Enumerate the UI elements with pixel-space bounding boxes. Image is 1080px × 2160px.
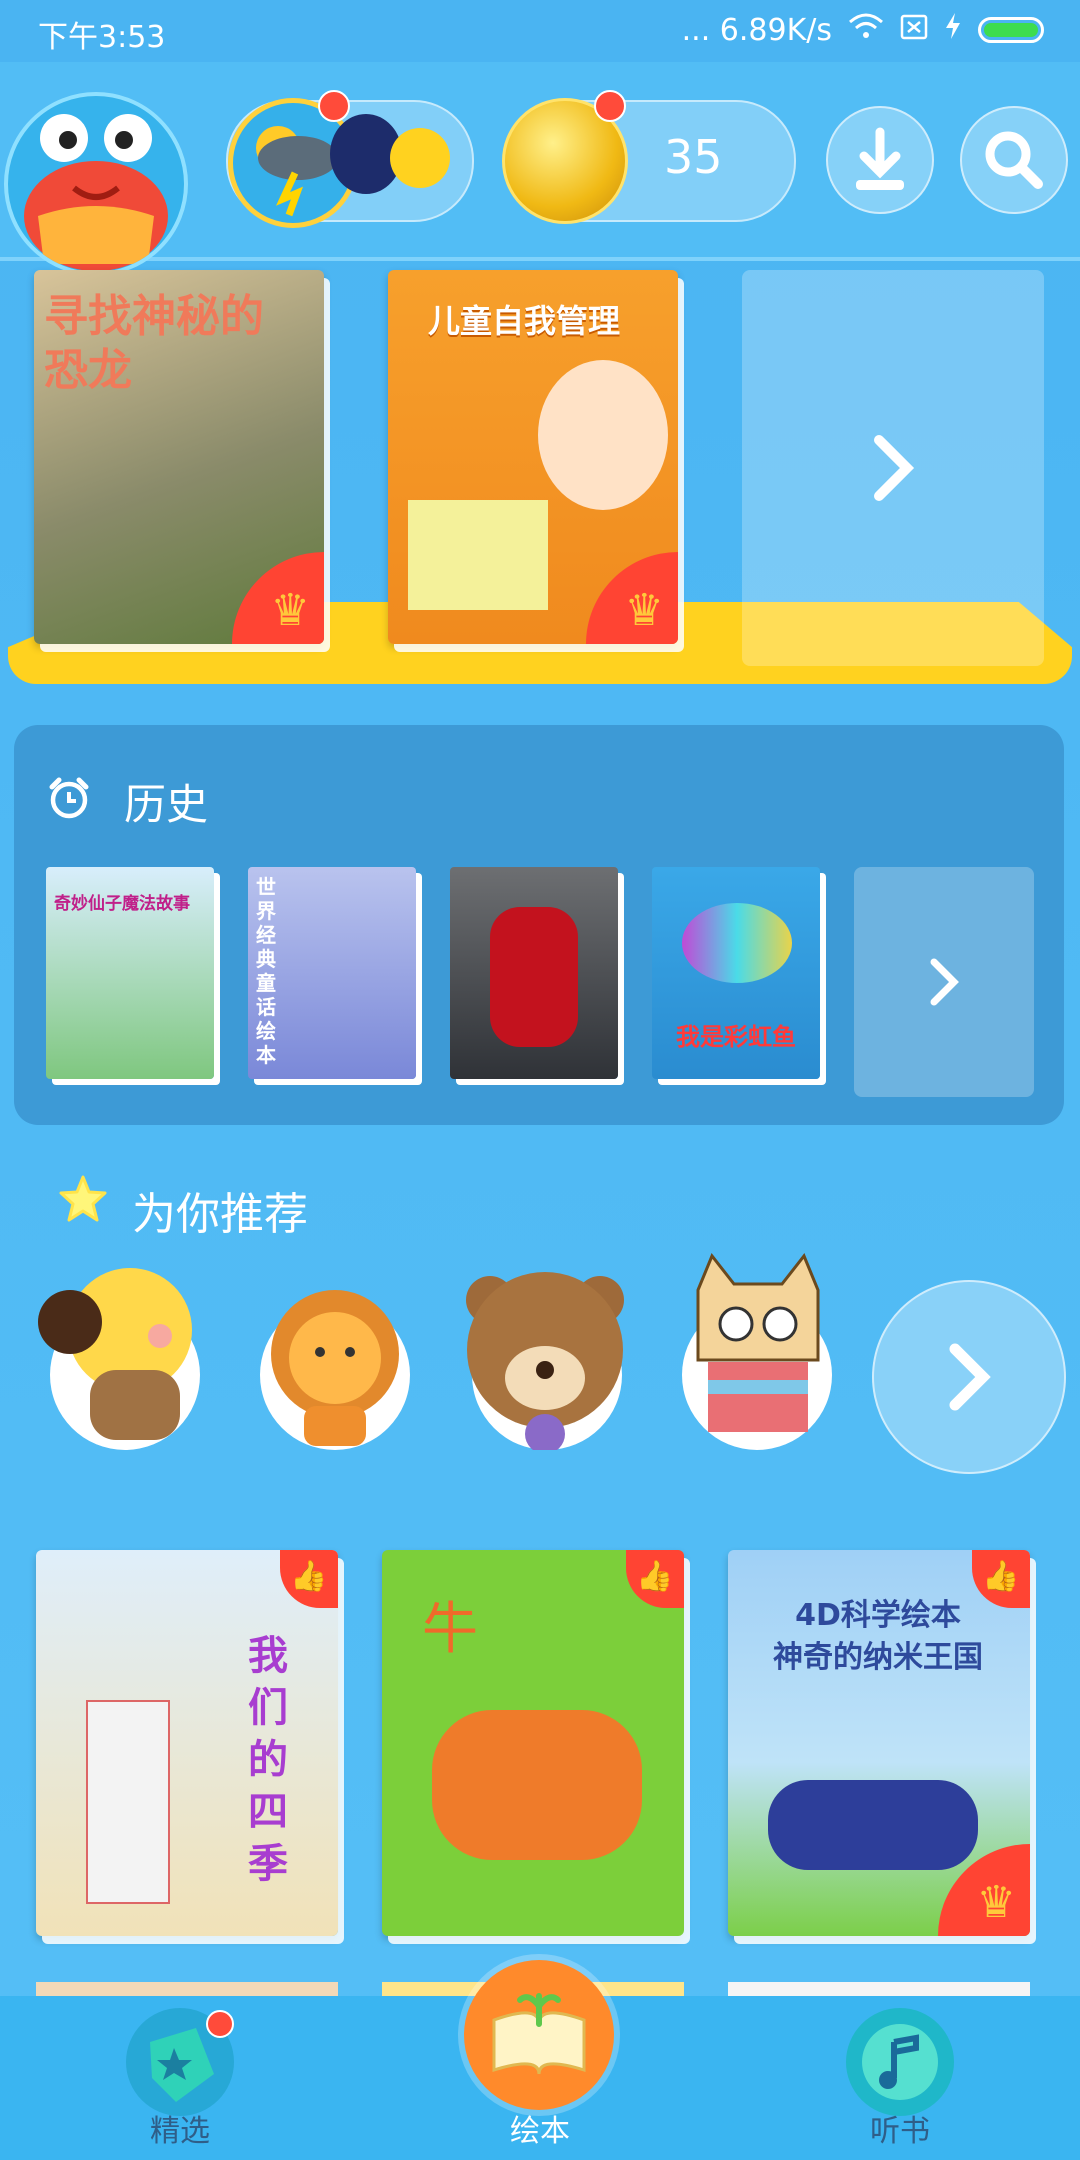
recommend-book[interactable]: 牛 👍: [382, 1550, 684, 1936]
history-section: 历史 奇妙仙子魔法故事 世界经典童话绘本 我是彩虹鱼: [14, 725, 1064, 1125]
chevron-right-icon: [930, 958, 959, 1006]
chevron-right-icon: [949, 1343, 991, 1411]
nav-label: 听书: [870, 2114, 930, 2149]
download-button[interactable]: [826, 106, 934, 214]
history-book[interactable]: 我是彩虹鱼: [652, 867, 820, 1079]
bookshelf: 寻找神秘的恐龙 儿童自我管理: [0, 262, 1080, 702]
star-icon: [58, 1174, 108, 1228]
audio-book-icon: [846, 2008, 954, 2116]
history-title: 历史: [124, 780, 209, 829]
status-time: 下午3:53: [38, 20, 166, 55]
book-title: 世界经典童话绘本: [256, 875, 276, 1067]
search-icon: [985, 131, 1043, 189]
status-bar: 下午3:53 ... 6.89K/s: [0, 0, 1080, 62]
nav-label: 精选: [150, 2114, 210, 2149]
chevron-right-icon: [874, 435, 915, 501]
shelf-book[interactable]: 儿童自我管理: [388, 270, 678, 644]
book-title: 儿童自我管理: [428, 302, 621, 340]
recommend-title: 为你推荐: [132, 1189, 308, 1240]
history-book[interactable]: 世界经典童话绘本: [248, 867, 416, 1079]
nav-label: 绘本: [510, 2114, 570, 2149]
nav-item-picture-book[interactable]: 绘本: [430, 1960, 650, 2160]
battery-icon: [978, 17, 1044, 43]
thumbs-up-icon: 👍: [280, 1550, 338, 1608]
download-icon: [856, 127, 904, 190]
top-header: 35: [0, 62, 1080, 276]
nav-notification-dot: [206, 2010, 234, 2038]
history-book[interactable]: 奇妙仙子魔法故事: [46, 867, 214, 1079]
fish-icon: [390, 128, 450, 188]
book-title-line2: 神奇的纳米王国: [773, 1640, 983, 1675]
coin-count: 35: [664, 130, 723, 184]
book-title: 我们的四季: [248, 1633, 288, 1887]
shelf-more-button[interactable]: [742, 270, 1044, 666]
picture-book-icon: [464, 1960, 614, 2110]
sim-icon: [900, 13, 928, 48]
shelf-book[interactable]: 寻找神秘的恐龙: [34, 270, 324, 644]
thumbs-up-icon: 👍: [626, 1550, 684, 1608]
coin-notification-dot: [594, 90, 626, 122]
book-title: 牛: [422, 1597, 478, 1662]
recommend-more-button[interactable]: [872, 1280, 1066, 1474]
book-title-line1: 4D科学绘本: [795, 1598, 961, 1633]
network-speed: ... 6.89K/s: [681, 12, 832, 48]
charging-icon: [944, 12, 962, 48]
book-title: 奇妙仙子魔法故事: [54, 894, 190, 914]
crown-icon: [586, 552, 678, 644]
crab-avatar-icon[interactable]: [4, 92, 188, 276]
book-title: 我是彩虹鱼: [676, 1023, 796, 1051]
lion-character-icon[interactable]: [260, 1290, 410, 1450]
nav-item-audio-book[interactable]: 听书: [790, 1996, 1010, 2160]
recommend-book[interactable]: 我们的四季 👍: [36, 1550, 338, 1936]
history-more-button[interactable]: [854, 867, 1034, 1097]
bottom-nav: 精选 绘本 听书: [0, 1960, 1080, 2160]
recommend-book[interactable]: 4D科学绘本 神奇的纳米王国 👍: [728, 1550, 1030, 1936]
bear-character-icon[interactable]: [466, 1272, 624, 1450]
wifi-icon: [848, 12, 884, 48]
nav-item-featured[interactable]: 精选: [70, 1996, 290, 2160]
notification-dot: [318, 90, 350, 122]
alarm-clock-icon: [46, 775, 92, 825]
history-book[interactable]: [450, 867, 618, 1079]
dog-character-icon[interactable]: [38, 1268, 200, 1450]
book-title: 寻找神秘的恐龙: [44, 291, 264, 396]
crown-icon: [232, 552, 324, 644]
cat-character-icon[interactable]: [682, 1253, 832, 1450]
search-button[interactable]: [960, 106, 1068, 214]
